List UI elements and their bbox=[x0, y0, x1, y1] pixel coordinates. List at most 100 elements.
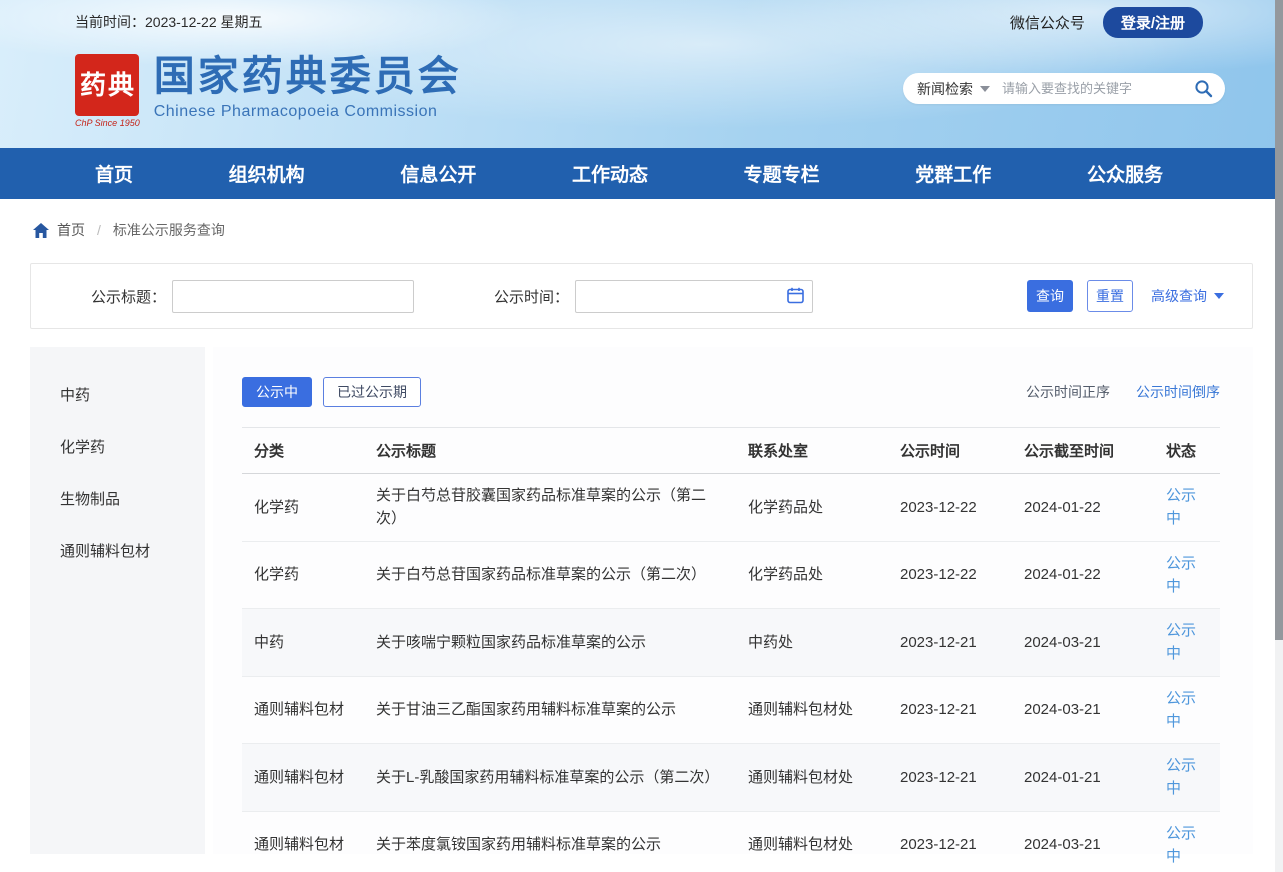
announcement-title-input[interactable] bbox=[172, 280, 414, 313]
login-register-button[interactable]: 登录/注册 bbox=[1103, 7, 1203, 38]
reset-button[interactable]: 重置 bbox=[1087, 280, 1133, 312]
sort-time-descending-link[interactable]: 公示时间倒序 bbox=[1136, 382, 1220, 402]
cell-title-link[interactable]: 关于白芍总苷国家药品标准草案的公示（第二次） bbox=[364, 541, 736, 609]
sidebar-content-gutter bbox=[205, 347, 213, 854]
cell-title-link[interactable]: 关于咳喘宁颗粒国家药品标准草案的公示 bbox=[364, 609, 736, 677]
cell-start-time: 2023-12-21 bbox=[888, 676, 1012, 744]
cell-end-time: 2024-01-22 bbox=[1012, 541, 1154, 609]
cell-category: 化学药 bbox=[242, 541, 364, 609]
cell-office: 通则辅料包材处 bbox=[736, 744, 888, 812]
search-icon bbox=[1194, 79, 1213, 98]
sidebar-item-general-excipients-packaging[interactable]: 通则辅料包材 bbox=[60, 525, 205, 577]
cell-end-time: 2024-01-22 bbox=[1012, 474, 1154, 542]
site-logo[interactable]: 药典 ChP Since 1950 国家药典委员会 Chinese Pharma… bbox=[75, 54, 462, 128]
nav-item-public-service[interactable]: 公众服务 bbox=[1087, 160, 1163, 187]
query-panel: 公示标题： 公示时间： 查询 重置 高级查询 bbox=[30, 263, 1253, 329]
main-navigation: 首页 组织机构 信息公开 工作动态 专题专栏 党群工作 公众服务 bbox=[0, 148, 1283, 199]
scrollbar-thumb[interactable] bbox=[1275, 0, 1283, 640]
breadcrumb-separator: / bbox=[97, 222, 101, 238]
seal-caption: ChP Since 1950 bbox=[75, 118, 140, 128]
cell-end-time: 2024-01-21 bbox=[1012, 744, 1154, 812]
status-badge: 公示中 bbox=[1166, 690, 1196, 730]
cell-office: 化学药品处 bbox=[736, 474, 888, 542]
home-icon bbox=[33, 223, 49, 238]
current-time-label: 当前时间：2023-12-22 星期五 bbox=[75, 4, 263, 32]
cell-title-link[interactable]: 关于L-乳酸国家药用辅料标准草案的公示（第二次） bbox=[364, 744, 736, 812]
breadcrumb-home-link[interactable]: 首页 bbox=[33, 220, 85, 240]
sort-time-ascending-link[interactable]: 公示时间正序 bbox=[1026, 382, 1110, 402]
cell-office: 中药处 bbox=[736, 609, 888, 677]
col-header-start-time: 公示时间 bbox=[888, 428, 1012, 474]
table-row: 化学药 关于白芍总苷国家药品标准草案的公示（第二次） 化学药品处 2023-12… bbox=[242, 541, 1220, 609]
cell-category: 化学药 bbox=[242, 474, 364, 542]
page-scrollbar[interactable] bbox=[1275, 0, 1283, 872]
title-field-label: 公示标题： bbox=[91, 286, 166, 307]
chevron-down-icon bbox=[980, 86, 990, 92]
category-sidebar: 中药 化学药 生物制品 通则辅料包材 bbox=[30, 347, 205, 854]
cell-start-time: 2023-12-22 bbox=[888, 541, 1012, 609]
calendar-icon[interactable] bbox=[787, 287, 804, 304]
sidebar-item-tcm[interactable]: 中药 bbox=[60, 369, 205, 421]
site-header: 当前时间：2023-12-22 星期五 微信公众号 登录/注册 药典 ChP S… bbox=[0, 0, 1283, 148]
status-badge: 公示中 bbox=[1166, 825, 1196, 865]
query-button[interactable]: 查询 bbox=[1027, 280, 1073, 312]
cell-office: 通则辅料包材处 bbox=[736, 676, 888, 744]
cell-start-time: 2023-12-21 bbox=[888, 811, 1012, 872]
nav-item-special-topics[interactable]: 专题专栏 bbox=[744, 160, 820, 187]
chevron-down-icon bbox=[1214, 293, 1224, 299]
cell-title-link[interactable]: 关于苯度氯铵国家药用辅料标准草案的公示 bbox=[364, 811, 736, 872]
table-row: 通则辅料包材 关于甘油三乙酯国家药用辅料标准草案的公示 通则辅料包材处 2023… bbox=[242, 676, 1220, 744]
cell-end-time: 2024-03-21 bbox=[1012, 676, 1154, 744]
table-row: 化学药 关于白芍总苷胶囊国家药品标准草案的公示（第二次） 化学药品处 2023-… bbox=[242, 474, 1220, 542]
nav-item-work-news[interactable]: 工作动态 bbox=[572, 160, 648, 187]
cell-start-time: 2023-12-22 bbox=[888, 474, 1012, 542]
cell-category: 通则辅料包材 bbox=[242, 811, 364, 872]
table-header-row: 分类 公示标题 联系处室 公示时间 公示截至时间 状态 bbox=[242, 428, 1220, 474]
advanced-query-link[interactable]: 高级查询 bbox=[1151, 286, 1224, 306]
time-field-label: 公示时间： bbox=[494, 286, 569, 307]
announcement-table: 分类 公示标题 联系处室 公示时间 公示截至时间 状态 化学药 关于白芍总苷胶囊… bbox=[242, 427, 1220, 872]
sidebar-item-chemical-drugs[interactable]: 化学药 bbox=[60, 421, 205, 473]
org-name-cn: 国家药典委员会 bbox=[154, 54, 462, 99]
cell-category: 中药 bbox=[242, 609, 364, 677]
tab-expired-announcement[interactable]: 已过公示期 bbox=[323, 377, 421, 407]
sidebar-item-biological-products[interactable]: 生物制品 bbox=[60, 473, 205, 525]
nav-item-home[interactable]: 首页 bbox=[95, 160, 133, 187]
col-header-category: 分类 bbox=[242, 428, 364, 474]
org-name-en: Chinese Pharmacopoeia Commission bbox=[154, 103, 462, 121]
site-search-input[interactable] bbox=[1002, 81, 1194, 96]
top-utility-bar: 当前时间：2023-12-22 星期五 微信公众号 登录/注册 bbox=[0, 0, 1283, 36]
main-section: 中药 化学药 生物制品 通则辅料包材 公示中 已过公示期 公示时间正序 公示时间… bbox=[30, 347, 1253, 854]
nav-item-party-work[interactable]: 党群工作 bbox=[915, 160, 991, 187]
cell-category: 通则辅料包材 bbox=[242, 676, 364, 744]
cell-end-time: 2024-03-21 bbox=[1012, 609, 1154, 677]
cell-title-link[interactable]: 关于甘油三乙酯国家药用辅料标准草案的公示 bbox=[364, 676, 736, 744]
table-row: 通则辅料包材 关于苯度氯铵国家药用辅料标准草案的公示 通则辅料包材处 2023-… bbox=[242, 811, 1220, 872]
col-header-office: 联系处室 bbox=[736, 428, 888, 474]
cell-start-time: 2023-12-21 bbox=[888, 744, 1012, 812]
cell-end-time: 2024-03-21 bbox=[1012, 811, 1154, 872]
search-submit-button[interactable] bbox=[1194, 79, 1213, 98]
breadcrumb-current: 标准公示服务查询 bbox=[113, 220, 225, 240]
wechat-official-account-link[interactable]: 微信公众号 bbox=[1010, 12, 1085, 33]
col-header-end-time: 公示截至时间 bbox=[1012, 428, 1154, 474]
table-row: 中药 关于咳喘宁颗粒国家药品标准草案的公示 中药处 2023-12-21 202… bbox=[242, 609, 1220, 677]
search-category-select[interactable]: 新闻检索 bbox=[917, 79, 990, 99]
cell-title-link[interactable]: 关于白芍总苷胶囊国家药品标准草案的公示（第二次） bbox=[364, 474, 736, 542]
cell-start-time: 2023-12-21 bbox=[888, 609, 1012, 677]
table-row: 通则辅料包材 关于L-乳酸国家药用辅料标准草案的公示（第二次） 通则辅料包材处 … bbox=[242, 744, 1220, 812]
nav-item-info-disclosure[interactable]: 信息公开 bbox=[400, 160, 476, 187]
status-badge: 公示中 bbox=[1166, 622, 1196, 662]
page: 当前时间：2023-12-22 星期五 微信公众号 登录/注册 药典 ChP S… bbox=[0, 0, 1283, 872]
status-badge: 公示中 bbox=[1166, 487, 1196, 527]
cell-office: 通则辅料包材处 bbox=[736, 811, 888, 872]
nav-item-organization[interactable]: 组织机构 bbox=[229, 160, 305, 187]
cell-category: 通则辅料包材 bbox=[242, 744, 364, 812]
announcement-list-panel: 公示中 已过公示期 公示时间正序 公示时间倒序 分类 公示标题 联系处室 公示时… bbox=[213, 347, 1253, 854]
site-search-bar: 新闻检索 bbox=[903, 73, 1225, 104]
cell-office: 化学药品处 bbox=[736, 541, 888, 609]
col-header-status: 状态 bbox=[1154, 428, 1220, 474]
tab-in-announcement[interactable]: 公示中 bbox=[242, 377, 312, 407]
announcement-date-input[interactable] bbox=[575, 280, 813, 313]
status-badge: 公示中 bbox=[1166, 757, 1196, 797]
